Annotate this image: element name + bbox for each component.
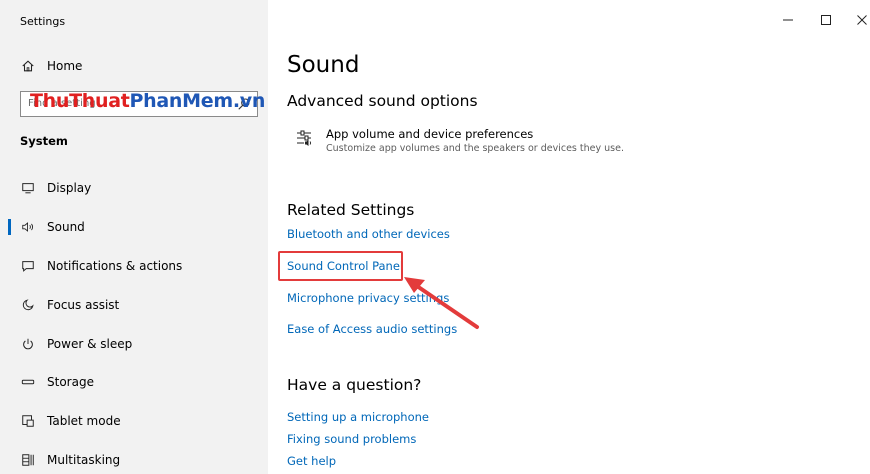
sidebar-item-tablet-mode[interactable]: Tablet mode (0, 404, 268, 438)
search-placeholder: Find a setting (28, 98, 96, 109)
sidebar-item-display[interactable]: Display (0, 171, 268, 205)
sidebar-item-label: Notifications & actions (47, 259, 183, 273)
maximize-icon (821, 15, 831, 25)
storage-icon (20, 374, 36, 390)
sidebar-item-label: Storage (47, 375, 94, 389)
sidebar-item-notifications[interactable]: Notifications & actions (0, 249, 268, 283)
section-heading-related: Related Settings (287, 201, 415, 219)
section-heading-question: Have a question? (287, 376, 422, 394)
sidebar-item-label: Sound (47, 220, 85, 234)
sidebar-item-label: Focus assist (47, 298, 120, 312)
sidebar: Settings Home Find a setting ThuThuatPha… (0, 0, 268, 474)
notification-icon (20, 258, 36, 274)
link-get-help[interactable]: Get help (287, 454, 336, 468)
app-volume-option[interactable]: App volume and device preferences Custom… (296, 127, 624, 154)
close-icon (857, 15, 867, 25)
link-fixing-sound-problems[interactable]: Fixing sound problems (287, 432, 416, 446)
sidebar-item-power-sleep[interactable]: Power & sleep (0, 327, 268, 361)
option-title: App volume and device preferences (326, 127, 534, 141)
search-icon (238, 98, 250, 110)
link-bluetooth-devices[interactable]: Bluetooth and other devices (287, 227, 450, 241)
maximize-button[interactable] (814, 8, 838, 32)
power-icon (20, 336, 36, 352)
active-indicator (8, 219, 11, 235)
sidebar-item-label: Tablet mode (47, 414, 121, 428)
search-input[interactable]: Find a setting (20, 91, 258, 117)
sidebar-item-sound[interactable]: Sound (0, 210, 268, 244)
multitasking-icon (20, 452, 36, 468)
sidebar-item-label: Multitasking (47, 453, 121, 467)
home-icon (20, 58, 36, 74)
sidebar-item-multitasking[interactable]: Multitasking (0, 443, 268, 474)
mixer-icon (297, 130, 312, 146)
minimize-icon (783, 19, 793, 21)
tablet-mode-icon (20, 413, 36, 429)
option-description: Customize app volumes and the speakers o… (326, 143, 624, 154)
sidebar-item-storage[interactable]: Storage (0, 365, 268, 399)
sidebar-item-focus-assist[interactable]: Focus assist (0, 288, 268, 322)
sidebar-item-label: Power & sleep (47, 337, 133, 351)
speaker-icon (20, 219, 36, 235)
highlight-box (278, 251, 403, 281)
link-microphone-privacy[interactable]: Microphone privacy settings (287, 291, 449, 305)
sidebar-item-label: Display (47, 181, 92, 195)
sidebar-item-label: Home (47, 59, 83, 73)
link-ease-of-access-audio[interactable]: Ease of Access audio settings (287, 322, 457, 336)
window-title: Settings (20, 15, 66, 28)
sidebar-item-home[interactable]: Home (0, 49, 268, 83)
section-heading-advanced: Advanced sound options (287, 92, 478, 110)
close-button[interactable] (850, 8, 870, 32)
moon-icon (20, 297, 36, 313)
section-heading-system: System (20, 134, 68, 148)
minimize-button[interactable] (776, 8, 800, 32)
link-setting-up-microphone[interactable]: Setting up a microphone (287, 410, 429, 424)
display-icon (20, 180, 36, 196)
page-title: Sound (287, 52, 360, 78)
